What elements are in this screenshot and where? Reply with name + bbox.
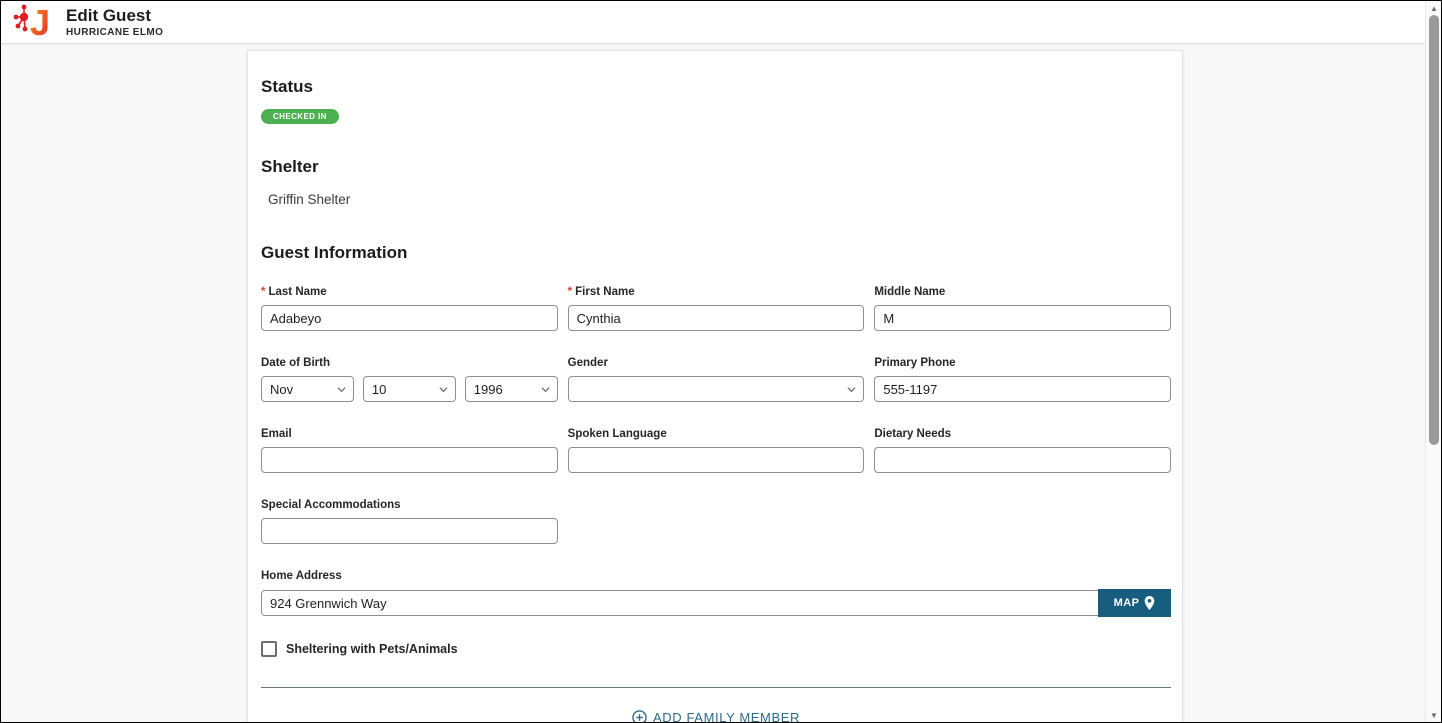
page-title: Edit Guest bbox=[66, 6, 163, 25]
dob-label: Date of Birth bbox=[261, 357, 558, 369]
gender-field: Gender bbox=[568, 357, 865, 402]
chevron-down-icon bbox=[847, 385, 856, 394]
content-card: Status CHECKED IN Shelter Griffin Shelte… bbox=[247, 50, 1183, 723]
svg-text:J: J bbox=[30, 2, 50, 42]
dietary-needs-input[interactable] bbox=[874, 447, 1171, 473]
shelter-heading: Shelter bbox=[261, 157, 1169, 177]
middle-name-field: Middle Name bbox=[874, 286, 1171, 331]
first-name-label: *First Name bbox=[568, 286, 865, 298]
map-button[interactable]: MAP bbox=[1098, 589, 1171, 617]
guest-info-heading: Guest Information bbox=[261, 243, 1169, 263]
dob-month-select[interactable]: Nov bbox=[261, 376, 354, 402]
page-subtitle: HURRICANE ELMO bbox=[66, 27, 163, 38]
primary-phone-label: Primary Phone bbox=[874, 357, 1171, 369]
app-header: J Edit Guest HURRICANE ELMO bbox=[0, 0, 1425, 44]
chevron-down-icon bbox=[541, 385, 550, 394]
status-badge: CHECKED IN bbox=[261, 109, 339, 124]
home-address-label: Home Address bbox=[261, 570, 1171, 582]
last-name-input[interactable] bbox=[261, 305, 558, 331]
dietary-needs-field: Dietary Needs bbox=[874, 428, 1171, 473]
required-asterisk: * bbox=[568, 286, 572, 298]
spoken-language-field: Spoken Language bbox=[568, 428, 865, 473]
dob-year-select[interactable]: 1996 bbox=[465, 376, 558, 402]
chevron-down-icon bbox=[337, 385, 346, 394]
gender-label: Gender bbox=[568, 357, 865, 369]
scrollbar[interactable]: ▲ ▼ bbox=[1425, 1, 1441, 722]
middle-name-label: Middle Name bbox=[874, 286, 1171, 298]
chevron-down-icon bbox=[439, 385, 448, 394]
status-heading: Status bbox=[261, 77, 1169, 97]
last-name-label: *Last Name bbox=[261, 286, 558, 298]
map-pin-icon bbox=[1144, 596, 1155, 610]
scroll-down-arrow-icon[interactable]: ▼ bbox=[1426, 708, 1442, 722]
email-input[interactable] bbox=[261, 447, 558, 473]
scroll-up-arrow-icon[interactable]: ▲ bbox=[1426, 1, 1442, 15]
last-name-field: *Last Name bbox=[261, 286, 558, 331]
primary-phone-input[interactable] bbox=[874, 376, 1171, 402]
dob-day-select[interactable]: 10 bbox=[363, 376, 456, 402]
home-address-field: Home Address MAP bbox=[261, 570, 1171, 617]
special-accommodations-input[interactable] bbox=[261, 518, 558, 544]
dob-field: Date of Birth Nov 10 1996 bbox=[261, 357, 558, 402]
scroll-thumb[interactable] bbox=[1429, 15, 1439, 445]
section-divider bbox=[261, 687, 1171, 688]
first-name-field: *First Name bbox=[568, 286, 865, 331]
email-label: Email bbox=[261, 428, 558, 440]
dietary-needs-label: Dietary Needs bbox=[874, 428, 1171, 440]
pets-checkbox[interactable] bbox=[261, 641, 277, 657]
special-accommodations-label: Special Accommodations bbox=[261, 499, 558, 511]
required-asterisk: * bbox=[261, 286, 265, 298]
guest-info-form: *Last Name *First Name Middle Name Date … bbox=[261, 286, 1171, 723]
spoken-language-input[interactable] bbox=[568, 447, 865, 473]
plus-circle-icon bbox=[632, 710, 647, 723]
spoken-language-label: Spoken Language bbox=[568, 428, 865, 440]
pets-checkbox-label[interactable]: Sheltering with Pets/Animals bbox=[286, 642, 458, 656]
email-field: Email bbox=[261, 428, 558, 473]
special-accommodations-field: Special Accommodations bbox=[261, 499, 558, 544]
middle-name-input[interactable] bbox=[874, 305, 1171, 331]
app-logo-icon: J bbox=[12, 2, 56, 42]
shelter-name: Griffin Shelter bbox=[261, 192, 1169, 207]
gender-select[interactable] bbox=[568, 376, 865, 402]
first-name-input[interactable] bbox=[568, 305, 865, 331]
home-address-input[interactable] bbox=[261, 590, 1099, 616]
pets-checkbox-row: Sheltering with Pets/Animals bbox=[261, 641, 1171, 657]
add-family-member-button[interactable]: ADD FAMILY MEMBER bbox=[632, 710, 800, 723]
primary-phone-field: Primary Phone bbox=[874, 357, 1171, 402]
